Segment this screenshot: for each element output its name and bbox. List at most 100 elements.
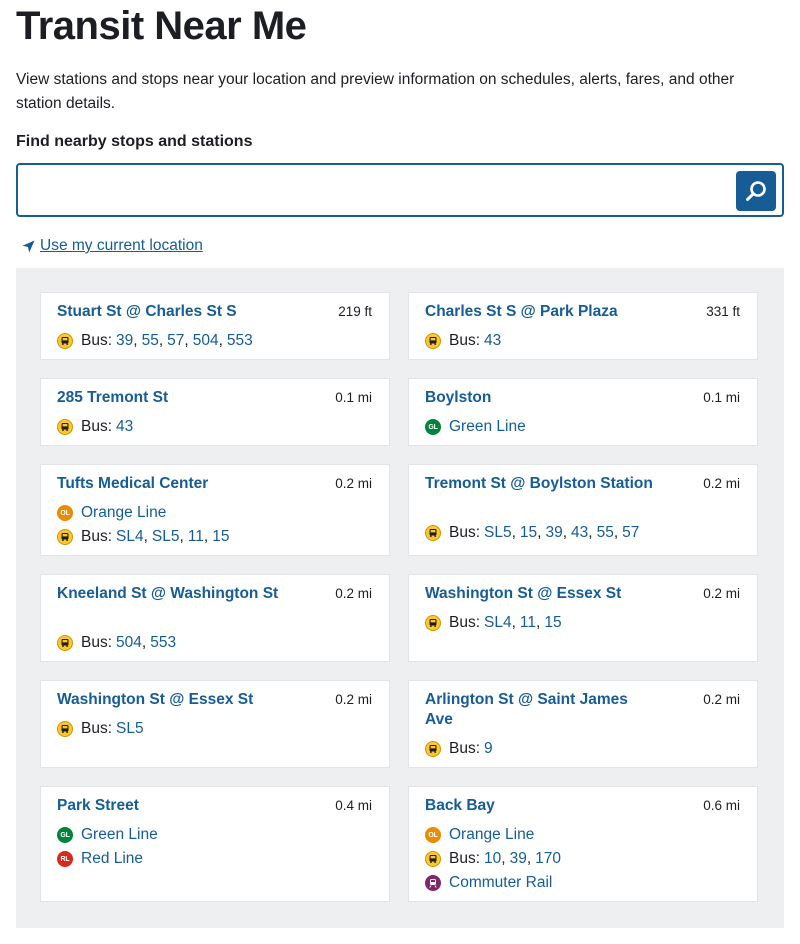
bus-route-link[interactable]: 11 — [188, 528, 204, 546]
bus-route-link[interactable]: 57 — [622, 524, 639, 542]
stop-card: Washington St @ Essex St 0.2 mi Bus: SL4, 11… — [408, 574, 758, 662]
stop-name-link[interactable]: Park Street — [57, 796, 287, 816]
location-arrow-icon — [22, 240, 35, 252]
bus-route-link[interactable]: 553 — [227, 332, 253, 350]
bus-icon — [57, 635, 73, 651]
nearby-results-panel: Stuart St @ Charles St S 219 ft Bus: 39, 55,… — [16, 268, 784, 928]
route-separator: , — [511, 614, 516, 631]
stop-name-link[interactable]: Washington St @ Essex St — [425, 584, 655, 604]
route-row: Bus: SL5, 15, 39, 43, 55, 57 — [425, 523, 639, 543]
route-row: Bus: SL4, SL5, 11, 15 — [57, 527, 229, 547]
bus-route-link[interactable]: 39 — [545, 524, 562, 542]
stop-name-link[interactable]: Washington St @ Essex St — [57, 690, 287, 710]
bus-route-link[interactable]: 504 — [193, 332, 219, 350]
stop-distance: 0.2 mi — [703, 586, 740, 601]
page-intro: View stations and stops near your locati… — [16, 71, 735, 112]
bus-route-link[interactable]: SL5 — [116, 720, 144, 738]
search-field[interactable] — [16, 163, 784, 217]
bus-route-link[interactable]: 15 — [212, 528, 229, 546]
route-row: Bus: 39, 55, 57, 504, 553 — [57, 331, 253, 351]
bus-route-link[interactable]: 57 — [167, 332, 184, 350]
stop-name-link[interactable]: Arlington St @ Saint James Ave — [425, 690, 655, 730]
stop-card: Stuart St @ Charles St S 219 ft Bus: 39, 55,… — [40, 292, 390, 360]
stop-distance: 0.2 mi — [335, 692, 372, 707]
stop-distance: 0.2 mi — [335, 586, 372, 601]
bus-route-link[interactable]: 39 — [510, 850, 527, 868]
search-label: Find nearby stops and stations — [16, 133, 253, 150]
bus-route-link[interactable]: SL4 — [116, 528, 144, 546]
bus-label: Bus: — [81, 418, 113, 435]
bus-route-link[interactable]: 10 — [484, 850, 501, 868]
route-separator: , — [526, 850, 532, 867]
bus-route-link[interactable]: SL4 — [484, 614, 512, 632]
line-link[interactable]: Orange Line — [449, 826, 534, 844]
bus-route-link[interactable]: 15 — [520, 524, 537, 542]
bus-route-link[interactable]: SL5 — [152, 528, 180, 546]
orange-line-icon: OL — [57, 505, 73, 521]
bus-label: Bus: — [449, 524, 481, 541]
bus-icon — [425, 851, 441, 867]
bus-route-link[interactable]: 553 — [150, 634, 176, 652]
route-row: OL Orange Line — [57, 503, 166, 523]
line-link[interactable]: Commuter Rail — [449, 874, 552, 892]
green-line-icon: GL — [57, 827, 73, 843]
stop-name-link[interactable]: Kneeland St @ Washington St — [57, 584, 287, 604]
bus-route-link[interactable]: 11 — [520, 614, 536, 632]
use-current-location-link[interactable]: Use my current location — [40, 236, 203, 256]
bus-label: Bus: — [81, 332, 113, 349]
stop-card: Back Bay 0.6 mi OL Orange Line Bus: 10, 39, 170… — [408, 786, 758, 902]
stop-distance: 0.4 mi — [335, 798, 372, 813]
bus-route-link[interactable]: 504 — [116, 634, 142, 652]
bus-icon — [425, 333, 441, 349]
bus-label: Bus: — [449, 614, 481, 631]
orange-line-icon: OL — [425, 827, 441, 843]
bus-route-link[interactable]: 9 — [484, 740, 493, 758]
bus-route-link[interactable]: 39 — [116, 332, 133, 350]
route-separator: , — [158, 332, 164, 349]
page-title: Transit Near Me — [16, 4, 307, 48]
stop-name-link[interactable]: Back Bay — [425, 796, 655, 816]
bus-route-link[interactable]: 43 — [116, 418, 133, 436]
route-separator: , — [179, 528, 184, 545]
stop-distance: 0.2 mi — [703, 476, 740, 491]
search-input[interactable] — [26, 171, 726, 209]
line-link[interactable]: Green Line — [449, 418, 526, 436]
bus-route-link[interactable]: 43 — [484, 332, 501, 350]
route-separator: , — [613, 524, 619, 541]
bus-icon — [57, 333, 73, 349]
stop-distance: 331 ft — [706, 304, 740, 319]
stop-card: Washington St @ Essex St 0.2 mi Bus: SL5 — [40, 680, 390, 768]
bus-route-link[interactable]: 55 — [142, 332, 159, 350]
red-line-icon: RL — [57, 851, 73, 867]
stop-card: Tufts Medical Center 0.2 mi OL Orange Line B… — [40, 464, 390, 556]
stop-distance: 0.1 mi — [335, 390, 372, 405]
stop-name-link[interactable]: Stuart St @ Charles St S — [57, 302, 287, 322]
bus-route-link[interactable]: SL5 — [484, 524, 512, 542]
route-separator: , — [511, 524, 516, 541]
route-separator: , — [218, 332, 223, 349]
line-link[interactable]: Orange Line — [81, 504, 166, 522]
route-separator: , — [184, 332, 189, 349]
stop-name-link[interactable]: Tremont St @ Boylston Station — [425, 474, 655, 494]
stop-card: Arlington St @ Saint James Ave 0.2 mi Bus:… — [408, 680, 758, 768]
stop-card: Tremont St @ Boylston Station 0.2 mi Bus: S… — [408, 464, 758, 556]
bus-route-link[interactable]: 15 — [544, 614, 561, 632]
current-location-row[interactable]: Use my current location — [22, 236, 203, 256]
line-link[interactable]: Red Line — [81, 850, 143, 868]
route-separator: , — [588, 524, 593, 541]
bus-route-link[interactable]: 43 — [571, 524, 588, 542]
commuter-rail-icon — [425, 875, 441, 891]
line-link[interactable]: Green Line — [81, 826, 158, 844]
bus-label: Bus: — [449, 332, 481, 349]
bus-route-link[interactable]: 55 — [597, 524, 614, 542]
bus-icon — [425, 741, 441, 757]
route-row: Bus: 43 — [425, 331, 501, 351]
stop-name-link[interactable]: 285 Tremont St — [57, 388, 287, 408]
stop-name-link[interactable]: Tufts Medical Center — [57, 474, 287, 494]
route-row: OL Orange Line — [425, 825, 534, 845]
stop-name-link[interactable]: Charles St S @ Park Plaza — [425, 302, 655, 322]
stop-name-link[interactable]: Boylston — [425, 388, 655, 408]
bus-route-link[interactable]: 170 — [535, 850, 561, 868]
search-button[interactable] — [736, 171, 776, 211]
stop-card: Kneeland St @ Washington St 0.2 mi Bus: 504… — [40, 574, 390, 662]
